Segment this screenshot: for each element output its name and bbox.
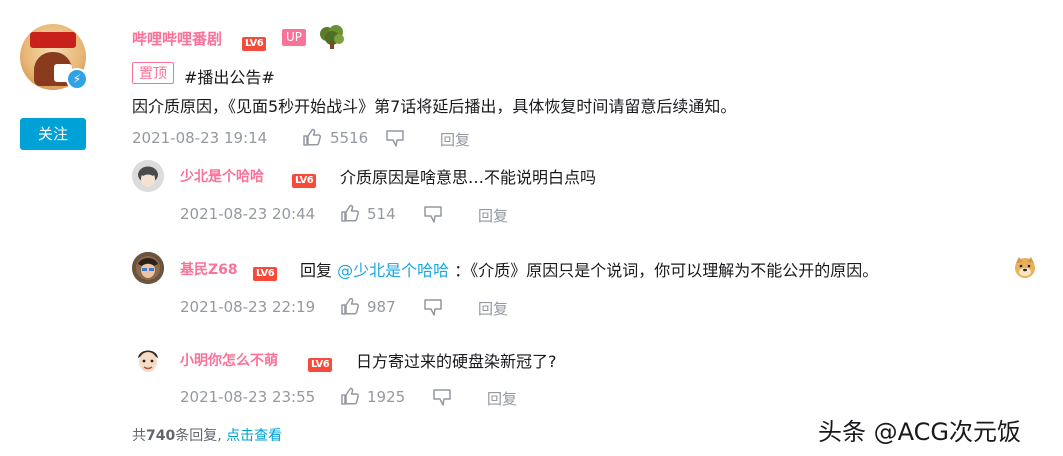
level-badge: LV6	[242, 37, 267, 51]
thumbs-down-icon[interactable]	[423, 204, 443, 224]
reply-like-count: 987	[367, 298, 396, 316]
avatar-image	[132, 160, 164, 192]
follow-button[interactable]: 关注	[20, 118, 86, 150]
main-comment-time: 2021-08-23 19:14	[132, 129, 268, 147]
lightning-verify-icon: ⚡	[66, 68, 88, 90]
view-all-link[interactable]: 点击查看	[226, 428, 282, 444]
main-reply-button[interactable]: 回复	[440, 129, 470, 150]
reply-button[interactable]: 回复	[478, 205, 508, 226]
mention-link[interactable]: @少北是个哈哈	[337, 261, 449, 280]
watermark-text: 头条 @ACG次元饭	[818, 418, 1021, 446]
thumbs-down-icon[interactable]	[423, 297, 443, 317]
tree-icon	[320, 25, 344, 49]
reply-text: ：《介质》原因只是个说词，你可以理解为不能公开的原因。	[454, 261, 879, 280]
reply-like-count: 1925	[367, 388, 406, 406]
avatar-banner	[30, 32, 76, 48]
reply-time: 2021-08-23 23:55	[180, 388, 316, 406]
topic-tag[interactable]: #播出公告#	[184, 64, 275, 88]
reply-button[interactable]: 回复	[487, 388, 517, 409]
reply-text: 日方寄过来的硬盘染新冠了?	[356, 352, 557, 371]
reply-username[interactable]: 少北是个哈哈	[180, 166, 264, 186]
pinned-tag: 置顶	[132, 62, 174, 84]
reply-username[interactable]: 基民Z68	[180, 259, 238, 279]
reply-count-number: 740	[146, 428, 176, 444]
level-badge: LV6	[253, 267, 278, 281]
reply-count-suffix: 条回复,	[175, 428, 222, 444]
reply-avatar[interactable]	[132, 252, 164, 284]
thumbs-up-icon[interactable]	[302, 127, 322, 147]
avatar-image	[132, 344, 164, 376]
thumbs-down-icon[interactable]	[432, 387, 452, 407]
reply-avatar[interactable]	[132, 160, 164, 192]
reply-button[interactable]: 回复	[478, 298, 508, 319]
reply-time: 2021-08-23 22:19	[180, 298, 316, 316]
main-comment-text: 因介质原因，《见面5秒开始战斗》第7话将延后播出，具体恢复时间请留意后续通知。	[132, 97, 737, 116]
thumbs-up-icon[interactable]	[340, 296, 360, 316]
level-badge: LV6	[308, 358, 333, 372]
main-username[interactable]: 哔哩哔哩番剧	[132, 28, 222, 49]
level-badge: LV6	[292, 174, 317, 188]
reply-avatar[interactable]	[132, 344, 164, 376]
reply-prefix: 回复	[300, 261, 333, 280]
reply-time: 2021-08-23 20:44	[180, 205, 316, 223]
reply-username[interactable]: 小明你怎么不萌	[180, 350, 278, 370]
up-badge: UP	[282, 29, 307, 46]
thumbs-up-icon[interactable]	[340, 203, 360, 223]
main-like-count: 5516	[330, 129, 369, 147]
reply-like-count: 514	[367, 205, 396, 223]
avatar-image	[132, 252, 164, 284]
reply-text-line: 回复 @少北是个哈哈 ：《介质》原因只是个说词，你可以理解为不能公开的原因。	[300, 257, 878, 281]
reply-count-prefix: 共	[132, 428, 146, 444]
reply-text: 介质原因是啥意思…不能说明白点吗	[340, 168, 597, 187]
thumbs-up-icon[interactable]	[340, 386, 360, 406]
doge-emoji-icon	[1015, 257, 1035, 278]
thumbs-down-icon[interactable]	[385, 128, 405, 148]
reply-count-footer: 共740条回复, 点击查看	[132, 425, 282, 445]
